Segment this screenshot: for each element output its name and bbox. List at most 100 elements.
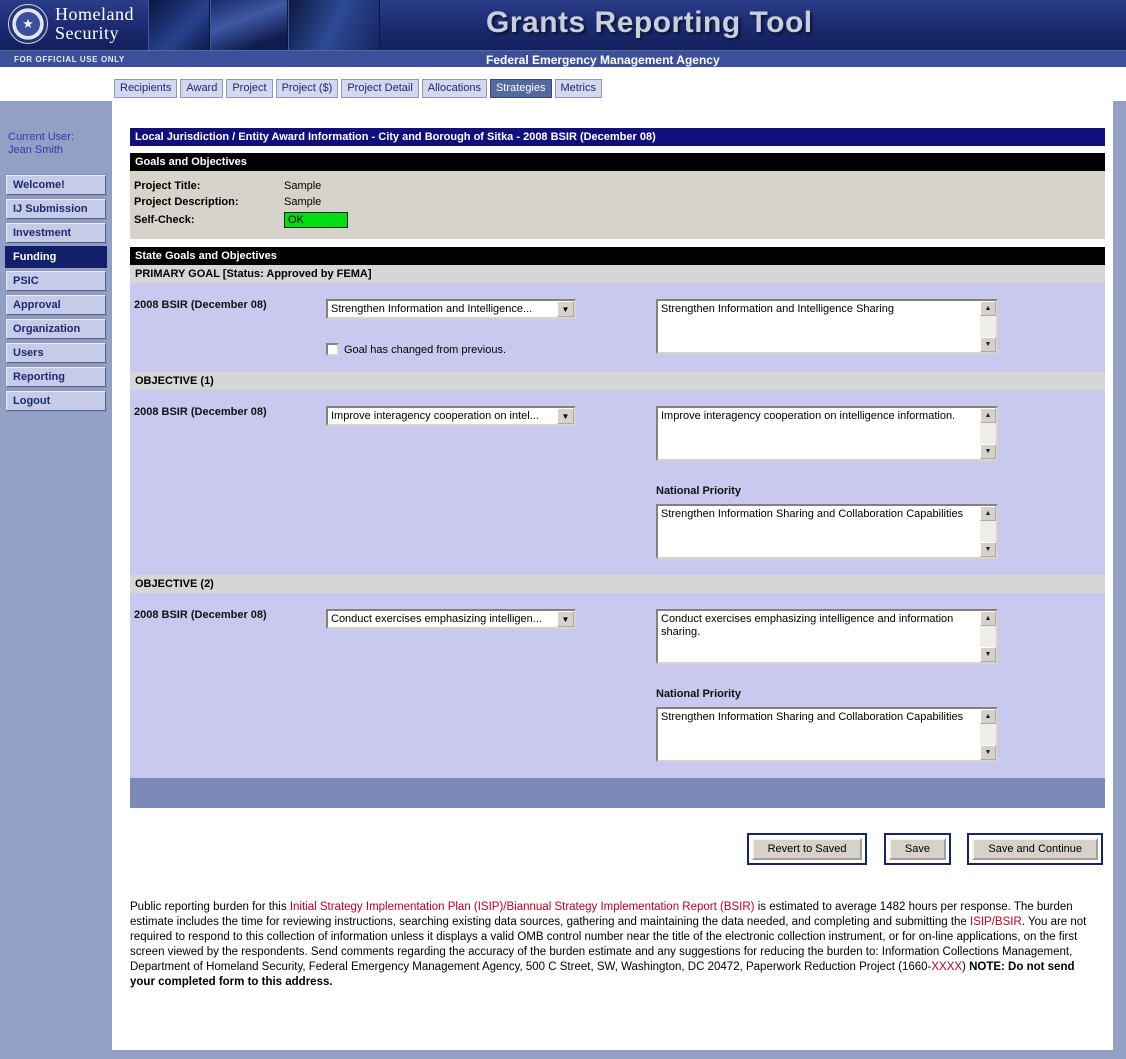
app-header: ★ Homeland Security Grants Reporting Too… [0,0,1126,50]
objective-text-col: Improve interagency cooperation on intel… [656,400,998,559]
sidebar-item[interactable]: Users [6,343,106,363]
sidebar-item-label: IJ Submission [13,203,88,215]
objective-select[interactable]: Improve interagency cooperation on intel… [326,406,576,426]
sidebar-item[interactable]: Logout [6,391,106,411]
dropdown-arrow-icon: ▼ [557,408,574,424]
scrollbar[interactable]: ▲ ▼ [980,408,996,459]
scrollbar[interactable]: ▲ ▼ [980,709,996,760]
action-buttons-row: Revert to Saved Save Save and Continue [130,833,1105,865]
scroll-down-icon[interactable]: ▼ [980,745,996,760]
national-priority-text: Strengthen Information Sharing and Colla… [658,506,980,557]
brand-line2: Security [55,24,134,43]
scroll-track[interactable] [980,316,996,337]
save-button-outline: Save [884,833,951,865]
sidebar-item-label: Users [13,347,44,359]
primary-goal-select-value: Strengthen Information and Intelligence.… [328,303,557,315]
sidebar-item[interactable]: Funding [6,247,106,267]
objective-textarea[interactable]: Conduct exercises emphasizing intelligen… [656,609,998,664]
header-photo [148,0,210,50]
project-description-value: Sample [284,196,321,208]
main-content: Local Jurisdiction / Entity Award Inform… [112,101,1113,1050]
dhs-seal-icon: ★ [8,4,48,44]
page-title: Local Jurisdiction / Entity Award Inform… [130,128,1105,146]
top-tab[interactable]: Project [226,79,272,98]
isip-bsir-full-link[interactable]: Initial Strategy Implementation Plan (IS… [290,901,755,913]
primary-goal-textarea[interactable]: Strengthen Information and Intelligence … [656,299,998,354]
scroll-track[interactable] [980,626,996,647]
dhs-brand: ★ Homeland Security [8,4,134,44]
scroll-down-icon[interactable]: ▼ [980,542,996,557]
objective-select-value: Conduct exercises emphasizing intelligen… [328,613,557,625]
omb-number-link[interactable]: XXXX [931,961,962,973]
scroll-up-icon[interactable]: ▲ [980,709,996,724]
form-footer-strip [130,778,1105,808]
app-title: Grants Reporting Tool [486,6,813,40]
project-title-value: Sample [284,180,321,192]
scroll-track[interactable] [980,521,996,542]
sidebar-item[interactable]: Organization [6,319,106,339]
self-check-row: Self-Check: OK [130,210,1105,230]
objective-select[interactable]: Conduct exercises emphasizing intelligen… [326,609,576,629]
top-tab-label: Allocations [428,82,481,94]
scroll-down-icon[interactable]: ▼ [980,337,996,352]
scrollbar[interactable]: ▲ ▼ [980,506,996,557]
sidebar-item-label: Organization [13,323,80,335]
sidebar-item-label: Reporting [13,371,65,383]
goals-section-header: Goals and Objectives [130,153,1105,171]
top-tab[interactable]: Allocations [422,79,487,98]
national-priority-textarea[interactable]: Strengthen Information Sharing and Colla… [656,707,998,762]
primary-goal-select[interactable]: Strengthen Information and Intelligence.… [326,299,576,319]
top-tab[interactable]: Recipients [114,79,177,98]
current-user-label: Current User: [8,131,112,144]
award-form: Local Jurisdiction / Entity Award Inform… [112,101,1113,990]
top-tab-label: Project Detail [347,82,412,94]
objective-body: 2008 BSIR (December 08) Improve interage… [130,390,1105,575]
self-check-status-badge: OK [284,212,348,228]
top-tab[interactable]: Project ($) [276,79,339,98]
scroll-up-icon[interactable]: ▲ [980,506,996,521]
top-tab[interactable]: Project Detail [341,79,418,98]
objective-controls: Improve interagency cooperation on intel… [326,400,656,559]
scroll-track[interactable] [980,423,996,444]
sidebar: Current User: Jean Smith Welcome! IJ Sub… [0,101,112,1059]
scroll-track[interactable] [980,724,996,745]
burden-text-1: Public reporting burden for this [130,901,290,913]
scrollbar[interactable]: ▲ ▼ [980,611,996,662]
state-goals-section-header: State Goals and Objectives [130,247,1105,265]
sidebar-item[interactable]: Investment [6,223,106,243]
sidebar-nav: Welcome! IJ Submission Investment Fundin… [0,175,112,411]
sidebar-item[interactable]: Reporting [6,367,106,387]
top-tab[interactable]: Strategies [490,79,552,98]
top-tab[interactable]: Metrics [555,79,602,98]
scroll-down-icon[interactable]: ▼ [980,647,996,662]
scroll-up-icon[interactable]: ▲ [980,408,996,423]
isip-bsir-link[interactable]: ISIP/BSIR [970,916,1022,928]
current-user: Current User: Jean Smith [8,131,112,157]
header-photo [210,0,288,50]
sidebar-item-label: Welcome! [13,179,65,191]
sidebar-item[interactable]: IJ Submission [6,199,106,219]
brand-line1: Homeland [55,5,134,24]
project-title-label: Project Title: [134,180,284,192]
scroll-down-icon[interactable]: ▼ [980,444,996,459]
objective-period-label: 2008 BSIR (December 08) [130,603,326,762]
revert-to-saved-button[interactable]: Revert to Saved [752,838,863,860]
top-tab[interactable]: Award [180,79,223,98]
objective-section: OBJECTIVE (1) 2008 BSIR (December 08) Im… [130,372,1105,575]
national-priority-textarea[interactable]: Strengthen Information Sharing and Colla… [656,504,998,559]
top-tab-label: Award [186,82,217,94]
scroll-up-icon[interactable]: ▲ [980,611,996,626]
scrollbar[interactable]: ▲ ▼ [980,301,996,352]
save-button[interactable]: Save [889,838,946,860]
sidebar-item[interactable]: Welcome! [6,175,106,195]
goal-changed-checkbox[interactable] [326,343,339,356]
sidebar-item[interactable]: Approval [6,295,106,315]
primary-goal-section: 2008 BSIR (December 08) Strengthen Infor… [130,283,1105,372]
header-photo-collage [148,0,380,50]
sidebar-item[interactable]: PSIC [6,271,106,291]
save-and-continue-button[interactable]: Save and Continue [972,838,1098,860]
objective-textarea[interactable]: Improve interagency cooperation on intel… [656,406,998,461]
primary-goal-controls: Strengthen Information and Intelligence.… [326,293,656,356]
goal-changed-row: Goal has changed from previous. [326,343,656,356]
scroll-up-icon[interactable]: ▲ [980,301,996,316]
